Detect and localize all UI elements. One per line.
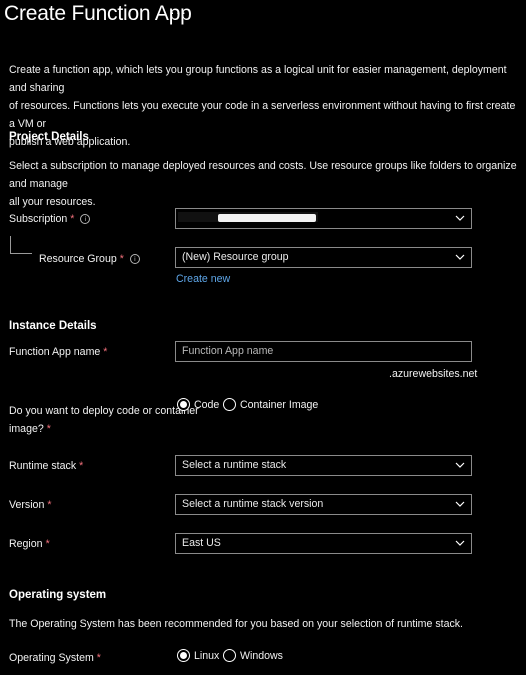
region-label: Region * [9,538,50,550]
deploy-type-label: Do you want to deploy code or container … [9,402,199,438]
domain-suffix: .azurewebsites.net [389,368,478,380]
chevron-down-icon [455,215,465,221]
chevron-down-icon [455,501,465,507]
required-marker: * [103,346,108,358]
runtime-stack-select[interactable]: Select a runtime stack [175,455,472,476]
region-label-text: Region [9,538,43,550]
operating-system-desc: The Operating System has been recommende… [9,618,464,630]
region-value: East US [182,537,221,549]
tree-connector-vertical [10,236,11,253]
function-app-name-placeholder: Function App name [182,345,274,357]
deploy-code-label[interactable]: Code [194,399,219,411]
required-marker: * [47,499,52,511]
deploy-container-radio[interactable] [223,398,236,411]
runtime-stack-label-text: Runtime stack [9,460,77,472]
os-windows-label[interactable]: Windows [240,650,283,662]
runtime-stack-label: Runtime stack * [9,460,83,472]
instance-details-heading: Instance Details [9,320,97,332]
deploy-type-label-line-1: Do you want to deploy code or container [9,405,199,417]
required-marker: * [119,253,124,265]
info-icon[interactable]: i [129,254,140,264]
intro-line-1: Create a function app, which lets you gr… [9,64,507,94]
chevron-down-icon [455,462,465,468]
info-icon[interactable]: i [80,214,91,224]
more-options-icon[interactable]: ··· [170,4,187,20]
function-app-name-label-text: Function App name [9,346,101,358]
operating-system-heading: Operating system [9,589,107,601]
chevron-down-icon [455,540,465,546]
operating-system-label: Operating System * [9,652,101,664]
project-details-heading: Project Details [9,131,89,143]
deploy-type-label-line-2: image? * [9,423,51,435]
operating-system-label-text: Operating System [9,652,94,664]
resource-group-value: (New) Resource group [182,251,289,263]
subscription-label-text: Subscription [9,213,68,225]
required-marker: * [70,213,75,225]
tree-connector-horizontal [10,253,32,254]
os-linux-label[interactable]: Linux [194,650,219,662]
resource-group-label: Resource Group * i [39,253,140,265]
required-marker: * [45,538,50,550]
version-select[interactable]: Select a runtime stack version [175,494,472,515]
redaction-mark [218,214,316,222]
create-new-link[interactable]: Create new [176,273,230,285]
project-details-desc: Select a subscription to manage deployed… [9,157,524,211]
os-windows-radio[interactable] [223,649,236,662]
required-marker: * [46,423,51,435]
version-label: Version * [9,499,51,511]
version-value: Select a runtime stack version [182,498,324,510]
resource-group-label-text: Resource Group [39,253,117,265]
function-app-name-label: Function App name * [9,346,107,358]
os-linux-radio[interactable] [177,649,190,662]
deploy-container-label[interactable]: Container Image [240,399,318,411]
subscription-label: Subscription * i [9,213,91,225]
region-select[interactable]: East US [175,533,472,554]
version-label-text: Version [9,499,45,511]
intro-line-2: of resources. Functions lets you execute… [9,100,516,130]
function-app-name-input[interactable]: Function App name [175,341,472,362]
required-marker: * [96,652,101,664]
project-desc-line-1: Select a subscription to manage deployed… [9,160,517,190]
page-title: Create Function App [4,2,192,25]
resource-group-select[interactable]: (New) Resource group [175,247,472,268]
chevron-down-icon [455,254,465,260]
deploy-code-radio[interactable] [177,398,190,411]
required-marker: * [79,460,84,472]
runtime-stack-value: Select a runtime stack [182,459,287,471]
